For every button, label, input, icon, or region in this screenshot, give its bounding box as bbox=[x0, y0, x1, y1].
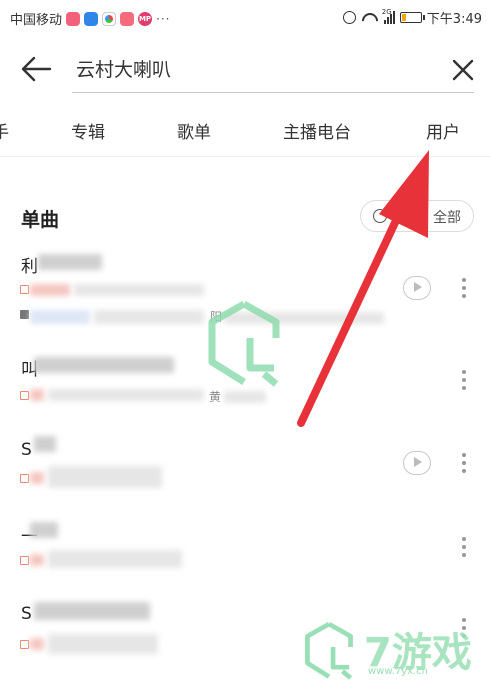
signal-icon: 2G bbox=[381, 8, 395, 24]
wifi-icon bbox=[361, 12, 379, 24]
more-options-icon[interactable] bbox=[462, 453, 466, 473]
tab-partial[interactable]: 手 bbox=[0, 118, 9, 143]
bilibili-icon bbox=[66, 11, 81, 26]
tabs-divider bbox=[0, 156, 490, 157]
watermark-corner: 7游戏 www.7yx.cn bbox=[302, 616, 490, 688]
song-title-blurred bbox=[38, 254, 102, 270]
more-options-icon[interactable] bbox=[462, 537, 466, 557]
status-bar: 中国移动 MP ··· 2G 下午3:49 bbox=[0, 0, 490, 34]
song-meta-blurred bbox=[74, 284, 204, 296]
quality-tag-icon bbox=[20, 640, 29, 649]
song-meta-blurred bbox=[48, 389, 204, 401]
shield-app-icon bbox=[84, 11, 99, 26]
tab-radio[interactable]: 主播电台 bbox=[283, 118, 351, 143]
tab-album[interactable]: 专辑 bbox=[71, 118, 105, 143]
search-input[interactable]: 云村大喇叭 bbox=[76, 55, 171, 82]
tab-user[interactable]: 用户 bbox=[426, 118, 460, 143]
back-arrow-icon[interactable] bbox=[20, 55, 52, 83]
song-meta-blurred bbox=[48, 634, 158, 654]
carrier-label: 中国移动 bbox=[10, 13, 63, 28]
song-row[interactable]: S bbox=[0, 436, 490, 522]
section-title: 单曲 bbox=[21, 209, 60, 231]
vip-tag-icon bbox=[20, 310, 29, 319]
close-icon[interactable] bbox=[449, 56, 477, 84]
status-left: 中国移动 MP ··· bbox=[10, 9, 170, 28]
select-all-button[interactable]: 全部 bbox=[360, 200, 474, 232]
song-row[interactable]: 一 bbox=[0, 522, 490, 604]
song-meta-blurred bbox=[48, 550, 182, 568]
clock: 下午3:49 bbox=[426, 12, 482, 27]
mp-app-icon: MP bbox=[138, 11, 153, 26]
search-tabs: 手 专辑 歌单 主播电台 用户 bbox=[0, 118, 490, 148]
song-title: S bbox=[21, 604, 32, 624]
song-title: S bbox=[21, 440, 32, 460]
status-right: 2G 下午3:49 bbox=[342, 8, 482, 27]
watermark-logo-icon bbox=[208, 300, 280, 387]
alarm-icon bbox=[342, 11, 356, 24]
network-type-label: 2G bbox=[381, 8, 392, 16]
song-title: 利 bbox=[21, 257, 38, 277]
quality-tag-icon bbox=[20, 474, 29, 483]
song-title-blurred bbox=[34, 357, 174, 373]
search-underline bbox=[72, 92, 474, 93]
song-meta-blurred bbox=[30, 284, 70, 296]
battery-level bbox=[401, 14, 407, 21]
camera-app-icon bbox=[120, 11, 135, 26]
song-meta-blurred bbox=[224, 391, 266, 403]
play-mv-icon[interactable] bbox=[403, 451, 431, 475]
song-title-blurred bbox=[34, 436, 56, 452]
quality-tag-icon bbox=[20, 391, 29, 400]
song-title-blurred bbox=[34, 602, 150, 620]
notification-overflow: ··· bbox=[156, 11, 171, 26]
select-all-icon bbox=[373, 209, 387, 223]
watermark-url: www.7yx.cn bbox=[368, 666, 429, 677]
song-meta-blurred bbox=[30, 554, 44, 566]
song-meta-blurred bbox=[30, 472, 44, 484]
song-title-blurred bbox=[30, 522, 58, 538]
select-all-label: 全部 bbox=[433, 210, 461, 226]
quality-tag-icon bbox=[20, 285, 29, 294]
quality-tag-icon bbox=[20, 556, 29, 565]
battery-icon bbox=[399, 12, 425, 23]
play-mv-icon[interactable] bbox=[403, 276, 431, 300]
more-options-icon[interactable] bbox=[462, 370, 466, 390]
song-meta-blurred bbox=[48, 466, 162, 488]
song-meta-blurred bbox=[94, 310, 204, 324]
song-meta-blurred bbox=[30, 389, 44, 401]
watermark-corner-logo-icon bbox=[305, 621, 353, 680]
tab-playlist[interactable]: 歌单 bbox=[177, 118, 211, 143]
more-options-icon[interactable] bbox=[462, 278, 466, 298]
photos-app-icon bbox=[102, 11, 117, 26]
song-inline-char: 黄 bbox=[209, 390, 222, 404]
song-meta-blurred bbox=[30, 638, 44, 650]
song-meta-blurred bbox=[30, 310, 90, 324]
